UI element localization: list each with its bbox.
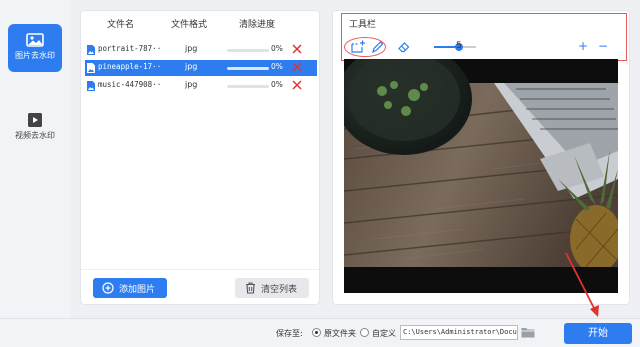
header-progress: 清除进度 [239,20,276,30]
add-circle-icon [102,282,114,294]
file-list-header: 文件名 文件格式 清除进度 [81,17,319,33]
header-format: 文件格式 [171,20,208,30]
file-format: jpg [185,44,198,53]
file-row[interactable]: music-447908··· jpg 0% [85,78,317,94]
file-format: jpg [185,62,198,71]
custom-folder-label[interactable]: 自定义 [372,328,396,339]
progress-bar [227,49,269,52]
file-image-icon [87,45,95,55]
file-name: music-447908··· [98,80,160,89]
video-icon [28,113,42,127]
pencil-icon[interactable] [371,40,384,54]
add-image-label: 添加图片 [119,285,156,295]
toolbar-title: 工具栏 [349,20,377,30]
brush-size-slider[interactable] [434,43,476,51]
preview-panel: 工具栏 5 + − [332,10,630,305]
file-image-icon [87,81,95,91]
rect-select-icon[interactable] [351,40,365,54]
zoom-out-button[interactable]: − [598,39,608,53]
save-to-label: 保存至: [276,329,303,338]
delete-icon[interactable] [291,79,303,91]
image-preview[interactable] [344,59,618,293]
file-name: pineapple-17··· [98,62,160,71]
nav-item-label: 视频去水印 [15,131,55,140]
delete-icon[interactable] [291,61,303,73]
file-format: jpg [185,80,198,89]
trash-icon [246,282,255,294]
side-nav: 图片去水印 视频去水印 [0,0,70,318]
file-list-panel: 文件名 文件格式 清除进度 portrait-787··· jpg 0% pin… [80,10,320,305]
file-row[interactable]: pineapple-17··· jpg 0% [85,60,317,76]
delete-icon[interactable] [291,43,303,55]
nav-item-video-watermark[interactable]: 视频去水印 [8,104,62,152]
eraser-icon[interactable] [397,40,411,54]
preview-photo [344,59,618,293]
radio-custom-folder[interactable] [360,328,369,337]
header-filename: 文件名 [107,20,135,30]
clear-list-button[interactable]: 清空列表 [235,278,309,298]
file-row[interactable]: portrait-787··· jpg 0% [85,42,317,58]
nav-item-label: 图片去水印 [15,51,55,60]
zoom-in-button[interactable]: + [578,39,588,53]
save-path-input[interactable]: C:\Users\Administrator\Docume [400,325,518,340]
nav-item-image-watermark[interactable]: 图片去水印 [8,24,62,72]
brush-size-value: 5 [456,41,462,51]
start-button[interactable]: 开始 [564,323,632,344]
progress-percent: 0% [271,62,283,71]
progress-bar [227,67,269,70]
bottom-bar: 保存至: 原文件夹 自定义 C:\Users\Administrator\Doc… [0,318,640,347]
progress-percent: 0% [271,44,283,53]
file-image-icon [87,63,95,73]
add-image-button[interactable]: 添加图片 [93,278,167,298]
original-folder-label[interactable]: 原文件夹 [324,328,356,339]
toolbar: 工具栏 5 + − [341,13,627,61]
progress-bar [227,85,269,88]
clear-list-label: 清空列表 [261,285,298,295]
image-icon [26,33,44,47]
progress-percent: 0% [271,80,283,89]
folder-icon[interactable] [521,327,535,338]
file-list-footer: 添加图片 清空列表 [81,269,319,305]
file-name: portrait-787··· [98,44,160,53]
radio-original-folder[interactable] [312,328,321,337]
